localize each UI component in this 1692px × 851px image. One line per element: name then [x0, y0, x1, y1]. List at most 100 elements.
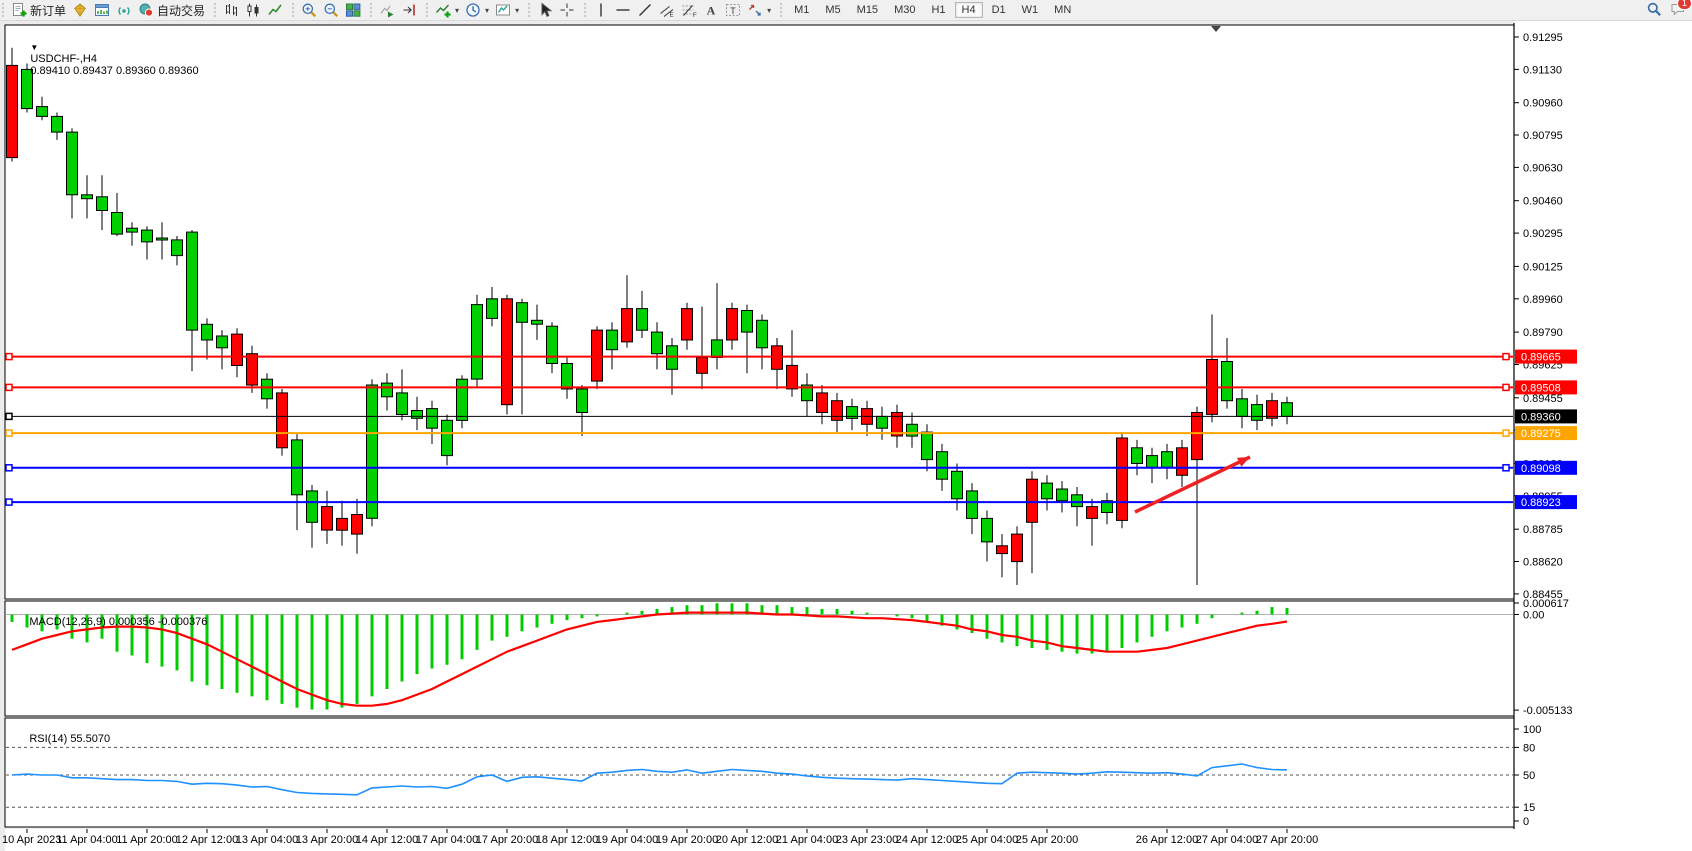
- search-button[interactable]: [1646, 1, 1662, 20]
- symbol-ohlc: 0.89410 0.89437 0.89360 0.89360: [30, 65, 198, 77]
- cursor-icon: [537, 2, 553, 18]
- autotrading-button[interactable]: 自动交易: [135, 1, 208, 20]
- zoom-out-button[interactable]: [320, 1, 342, 19]
- cursor-button[interactable]: [534, 1, 556, 19]
- svg-text:19 Apr 04:00: 19 Apr 04:00: [596, 834, 658, 846]
- chart-window[interactable]: 0.912950.911300.909600.907950.906300.904…: [0, 21, 1692, 851]
- tile-windows-icon: [345, 2, 361, 18]
- svg-text:21 Apr 04:00: 21 Apr 04:00: [776, 834, 838, 846]
- arrows-button[interactable]: ▾: [744, 1, 774, 19]
- fibonacci-button[interactable]: F: [678, 1, 700, 19]
- svg-text:25 Apr 04:00: 25 Apr 04:00: [956, 834, 1018, 846]
- periods-icon: [465, 2, 481, 18]
- svg-text:-0.005133: -0.005133: [1523, 705, 1573, 717]
- hline-left-handle[interactable]: [6, 430, 12, 436]
- svg-text:0.00: 0.00: [1523, 610, 1544, 622]
- hline-left-handle[interactable]: [6, 384, 12, 390]
- equidistant-channel-icon: E: [659, 2, 675, 18]
- hline-right-handle[interactable]: [1503, 430, 1509, 436]
- mt4-window: { "toolbar": { "groups": [ {"items":[ {"…: [0, 0, 1692, 851]
- svg-text:25 Apr 20:00: 25 Apr 20:00: [1016, 834, 1078, 846]
- macd-panel[interactable]: [5, 601, 1514, 716]
- new-order-button[interactable]: 新订单: [8, 1, 69, 20]
- svg-text:11 Apr 04:00: 11 Apr 04:00: [56, 834, 118, 846]
- timeframe-button-m1[interactable]: M1: [787, 2, 816, 18]
- svg-text:A: A: [707, 4, 716, 18]
- crosshair-button[interactable]: [556, 1, 578, 19]
- new-order-icon: [11, 2, 27, 18]
- periods-button[interactable]: ▾: [462, 1, 492, 19]
- vertical-line-button[interactable]: [590, 1, 612, 19]
- svg-text:13 Apr 04:00: 13 Apr 04:00: [236, 834, 298, 846]
- market-button[interactable]: [69, 1, 91, 19]
- main-price-panel[interactable]: [5, 25, 1514, 599]
- text-label-button[interactable]: T: [722, 1, 744, 19]
- macd-label: MACD(12,26,9) 0.000356 -0.000376: [11, 604, 207, 640]
- arrows-icon: [747, 2, 763, 18]
- chevron-down-icon[interactable]: ▾: [455, 6, 459, 15]
- chevron-down-icon[interactable]: ▾: [485, 6, 489, 15]
- toolbar-button-label: 新订单: [30, 2, 66, 19]
- timeframe-button-d1[interactable]: D1: [985, 2, 1013, 18]
- horizontal-line-icon: [615, 2, 631, 18]
- svg-text:14 Apr 12:00: 14 Apr 12:00: [356, 834, 418, 846]
- candle-chart-button[interactable]: [242, 1, 264, 19]
- horizontal-line-button[interactable]: [612, 1, 634, 19]
- templates-icon: [495, 2, 511, 18]
- chat-button[interactable]: 1: [1670, 1, 1686, 20]
- hline-right-handle[interactable]: [1503, 354, 1509, 360]
- zoom-in-button[interactable]: [298, 1, 320, 19]
- rsi-label: RSI(14) 55.5070: [11, 721, 110, 757]
- svg-text:0.89455: 0.89455: [1523, 393, 1563, 405]
- auto-scroll-button[interactable]: [376, 1, 398, 19]
- auto-scroll-icon: [379, 2, 395, 18]
- svg-text:0.90295: 0.90295: [1523, 228, 1563, 240]
- line-chart-button[interactable]: [264, 1, 286, 19]
- hline-left-handle[interactable]: [6, 499, 12, 505]
- svg-text:100: 100: [1523, 724, 1541, 736]
- timeframe-button-h4[interactable]: H4: [955, 2, 983, 18]
- svg-text:0.90630: 0.90630: [1523, 162, 1563, 174]
- rsi-panel[interactable]: [5, 718, 1514, 827]
- tile-windows-button[interactable]: [342, 1, 364, 19]
- chart-dropdown-icon[interactable]: ▼: [30, 43, 38, 52]
- templates-button[interactable]: ▾: [492, 1, 522, 19]
- timeframe-button-w1[interactable]: W1: [1015, 2, 1046, 18]
- zoom-in-icon: [301, 2, 317, 18]
- toolbar-button-label: 自动交易: [157, 2, 205, 19]
- equidistant-channel-button[interactable]: E: [656, 1, 678, 19]
- svg-text:0.90960: 0.90960: [1523, 98, 1563, 110]
- signals-button[interactable]: [113, 1, 135, 19]
- autotrading-icon: [138, 2, 154, 18]
- chart-canvas[interactable]: 0.912950.911300.909600.907950.906300.904…: [0, 21, 1692, 851]
- timeframe-button-m30[interactable]: M30: [887, 2, 922, 18]
- hline-left-handle[interactable]: [6, 354, 12, 360]
- text-button[interactable]: A: [700, 1, 722, 19]
- chevron-down-icon[interactable]: ▾: [767, 6, 771, 15]
- signals-icon: [116, 2, 132, 18]
- trend-line-button[interactable]: [634, 1, 656, 19]
- bar-chart-icon: [223, 2, 239, 18]
- chart-shift-button[interactable]: [398, 1, 420, 19]
- hline-left-handle[interactable]: [6, 465, 12, 471]
- indicators-button[interactable]: ▾: [432, 1, 462, 19]
- svg-text:13 Apr 20:00: 13 Apr 20:00: [296, 834, 358, 846]
- hline-left-handle[interactable]: [6, 413, 12, 419]
- timeframe-button-h1[interactable]: H1: [924, 2, 952, 18]
- symbol-title-bar: ▼ USDCHF-,H4 0.89410 0.89437 0.89360 0.8…: [12, 29, 199, 89]
- hline-right-handle[interactable]: [1503, 465, 1509, 471]
- bar-chart-button[interactable]: [220, 1, 242, 19]
- toolbar-group-4: ▾ ▾ ▾: [424, 0, 526, 20]
- svg-text:19 Apr 20:00: 19 Apr 20:00: [656, 834, 718, 846]
- svg-text:15: 15: [1523, 802, 1535, 814]
- svg-text:0.88620: 0.88620: [1523, 557, 1563, 569]
- timeframe-button-mn[interactable]: MN: [1047, 2, 1078, 18]
- svg-text:0.91130: 0.91130: [1523, 64, 1562, 76]
- indicators-icon: [435, 2, 451, 18]
- charts-window-button[interactable]: [91, 1, 113, 19]
- timeframe-button-m5[interactable]: M5: [818, 2, 847, 18]
- search-icon: [1646, 1, 1662, 17]
- chevron-down-icon[interactable]: ▾: [515, 6, 519, 15]
- timeframe-button-m15[interactable]: M15: [850, 2, 885, 18]
- hline-right-handle[interactable]: [1503, 384, 1509, 390]
